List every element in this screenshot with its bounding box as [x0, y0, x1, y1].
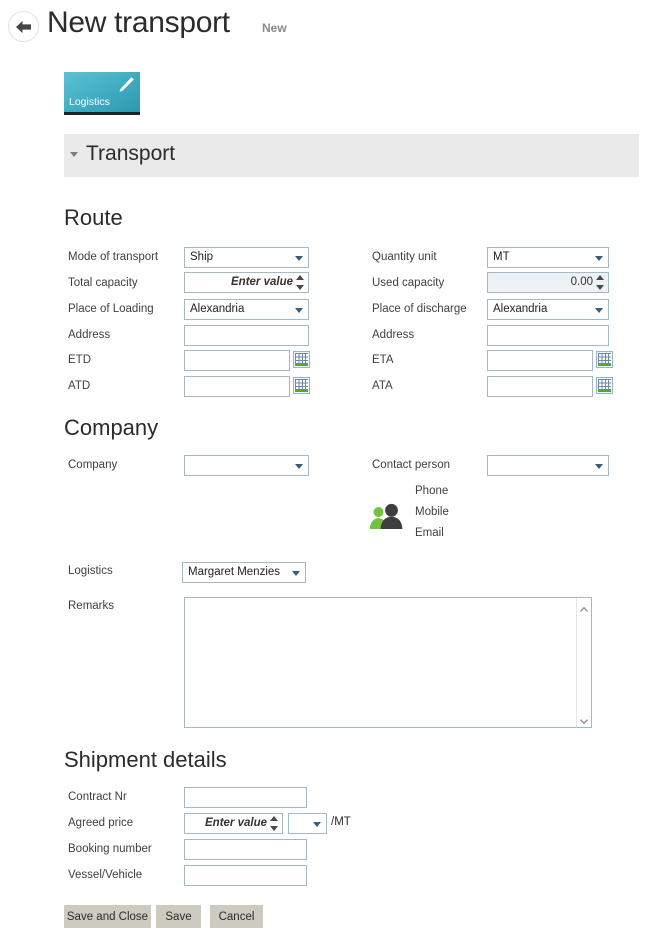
label-place-of-loading: Place of Loading — [68, 303, 154, 315]
chevron-down-icon — [313, 822, 321, 827]
cancel-button[interactable]: Cancel — [210, 905, 263, 928]
chevron-down-icon — [595, 256, 603, 261]
label-email: Email — [415, 527, 444, 539]
section-header-transport[interactable]: Transport — [64, 134, 639, 177]
tab-logistics-label: Logistics — [69, 96, 110, 108]
save-button[interactable]: Save — [156, 905, 201, 928]
label-address-discharge: Address — [372, 329, 415, 341]
label-vessel-vehicle: Vessel/Vehicle — [68, 869, 143, 881]
label-mobile: Mobile — [415, 506, 449, 518]
label-company: Company — [68, 459, 118, 471]
input-agreed-price-placeholder: Enter value — [205, 817, 267, 829]
select-currency[interactable] — [288, 813, 327, 834]
label-etd: ETD — [68, 354, 91, 366]
calendar-icon-etd[interactable] — [293, 351, 310, 368]
label-address-loading: Address — [68, 329, 111, 341]
tab-logistics[interactable]: Logistics — [64, 72, 140, 112]
chevron-down-icon — [295, 308, 303, 313]
page-header: New transport New — [0, 0, 645, 62]
input-total-capacity-placeholder: Enter value — [231, 276, 293, 288]
input-vessel-vehicle[interactable] — [184, 865, 307, 886]
group-heading-shipment-details: Shipment details — [64, 747, 227, 772]
back-arrow-icon[interactable] — [8, 11, 39, 42]
chevron-down-icon — [595, 464, 603, 469]
label-contract-nr: Contract Nr — [68, 791, 127, 803]
select-quantity-unit[interactable]: MT — [487, 247, 609, 268]
unit-suffix-agreed-price: /MT — [331, 816, 351, 828]
textarea-remarks[interactable] — [184, 597, 592, 728]
select-mode-of-transport[interactable]: Ship — [184, 247, 309, 268]
select-contact-person[interactable] — [487, 455, 609, 476]
group-heading-route: Route — [64, 205, 123, 230]
group-heading-company: Company — [64, 415, 159, 440]
label-quantity-unit: Quantity unit — [372, 251, 437, 263]
select-logistics[interactable]: Margaret Menzies — [182, 562, 306, 583]
input-address-loading[interactable] — [184, 325, 309, 346]
calendar-icon-eta[interactable] — [596, 351, 613, 368]
people-icon — [369, 503, 403, 534]
input-atd[interactable] — [184, 376, 290, 397]
pencil-icon — [114, 75, 136, 102]
select-place-of-loading-value: Alexandria — [190, 303, 245, 315]
chevron-down-icon — [292, 571, 300, 576]
input-used-capacity-value: 0.00 — [570, 276, 593, 288]
label-atd: ATD — [68, 380, 91, 392]
input-address-discharge[interactable] — [487, 325, 609, 346]
input-total-capacity[interactable]: Enter value — [184, 272, 309, 293]
select-place-of-loading[interactable]: Alexandria — [184, 299, 309, 320]
select-quantity-unit-value: MT — [493, 251, 510, 263]
label-contact-person: Contact person — [372, 459, 450, 471]
scroll-down-icon[interactable] — [579, 713, 589, 725]
chevron-down-icon — [595, 308, 603, 313]
input-etd[interactable] — [184, 350, 290, 371]
label-eta: ETA — [372, 354, 394, 366]
label-place-of-discharge: Place of discharge — [372, 303, 467, 315]
tab-active-underline — [64, 112, 140, 115]
label-booking-number: Booking number — [68, 843, 152, 855]
label-logistics: Logistics — [68, 565, 113, 577]
scroll-up-icon[interactable] — [579, 602, 589, 612]
input-eta[interactable] — [487, 350, 593, 371]
spinner-used-capacity — [596, 275, 605, 290]
select-place-of-discharge[interactable]: Alexandria — [487, 299, 609, 320]
select-company[interactable] — [184, 455, 309, 476]
label-agreed-price: Agreed price — [68, 817, 134, 829]
select-logistics-value: Margaret Menzies — [188, 566, 281, 578]
select-mode-of-transport-value: Ship — [190, 251, 214, 263]
input-booking-number[interactable] — [184, 839, 307, 860]
label-phone: Phone — [415, 485, 449, 497]
tabstrip: Logistics — [64, 72, 142, 116]
label-mode-of-transport: Mode of transport — [68, 251, 159, 263]
input-ata[interactable] — [487, 376, 593, 397]
calendar-icon-atd[interactable] — [293, 377, 310, 394]
label-used-capacity: Used capacity — [372, 277, 445, 289]
input-contract-nr[interactable] — [184, 787, 307, 808]
input-used-capacity: 0.00 — [487, 272, 609, 293]
calendar-icon-ata[interactable] — [596, 377, 613, 394]
page-title: New transport — [47, 6, 230, 39]
spinner-total-capacity[interactable] — [296, 275, 305, 290]
spinner-agreed-price[interactable] — [270, 816, 279, 831]
select-place-of-discharge-value: Alexandria — [493, 303, 548, 315]
label-ata: ATA — [372, 380, 393, 392]
input-agreed-price[interactable]: Enter value — [184, 813, 283, 834]
section-title: Transport — [86, 142, 176, 165]
caret-down-icon — [70, 152, 78, 157]
chevron-down-icon — [295, 256, 303, 261]
label-total-capacity: Total capacity — [68, 277, 138, 289]
chevron-down-icon — [295, 464, 303, 469]
save-and-close-button[interactable]: Save and Close — [64, 905, 151, 928]
scrollbar-remarks[interactable] — [576, 598, 591, 727]
label-remarks: Remarks — [68, 600, 115, 612]
status-badge: New — [262, 21, 287, 35]
